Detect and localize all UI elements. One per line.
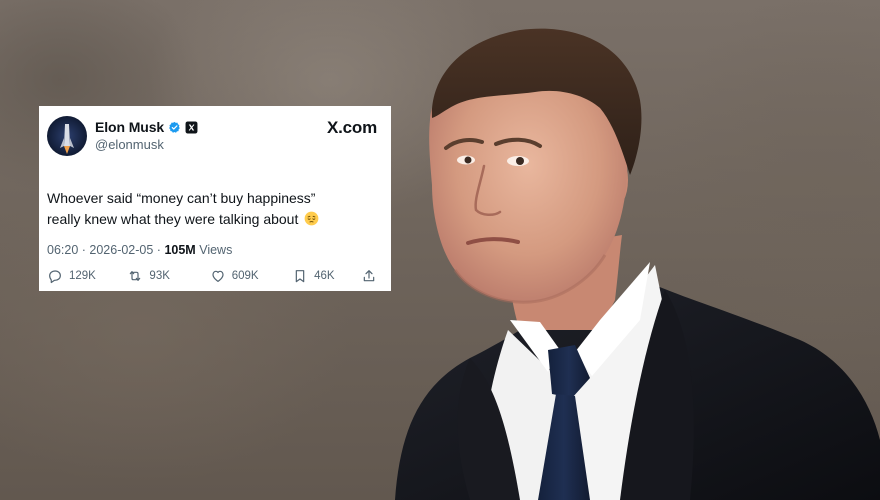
views-label: Views xyxy=(195,243,233,257)
tweet-card: Elon Musk @elonmusk X.com Whoever said “… xyxy=(39,106,391,291)
bookmark-count: 46K xyxy=(314,270,335,282)
reply-count: 129K xyxy=(69,270,96,282)
like-count: 609K xyxy=(231,270,259,282)
bookmark-icon xyxy=(295,270,305,283)
views-count: 105M xyxy=(164,243,196,257)
tweet-header: Elon Musk @elonmusk X.com xyxy=(47,116,377,156)
heart-icon xyxy=(212,270,224,282)
like-button[interactable]: 609K xyxy=(210,268,292,284)
avatar[interactable] xyxy=(47,116,87,156)
tweet-meta: 06:20 · 2026-02-05 · 105M Views xyxy=(47,243,377,257)
tweet-actions: 129K 93K 609K 46K xyxy=(47,268,377,284)
author-handle[interactable]: @elonmusk xyxy=(95,137,164,152)
avatar-image xyxy=(47,116,87,156)
repost-icon xyxy=(130,271,141,281)
tweet-text-line-1: Whoever said “money can’t buy happiness” xyxy=(47,190,316,206)
verified-badge-icon xyxy=(169,121,180,133)
reply-button[interactable]: 129K xyxy=(47,268,127,284)
share-icon xyxy=(363,270,375,282)
repost-button[interactable]: 93K xyxy=(127,268,209,284)
author-line: Elon Musk xyxy=(95,119,198,135)
tweet-text-line-2: really knew what they were talking about xyxy=(47,211,299,227)
tweet-text: Whoever said “money can’t buy happiness”… xyxy=(47,188,367,230)
author-name[interactable]: Elon Musk xyxy=(95,119,164,135)
scene: Elon Musk @elonmusk X.com Whoever said “… xyxy=(0,0,880,500)
tweet-timestamp[interactable]: 06:20 · 2026-02-05 · xyxy=(47,243,164,257)
x-affiliate-badge-icon xyxy=(185,121,198,133)
bookmark-button[interactable]: 46K xyxy=(292,268,361,284)
pensive-face-icon xyxy=(304,211,319,226)
site-label: X.com xyxy=(326,118,377,137)
reply-icon xyxy=(49,270,61,284)
share-button[interactable] xyxy=(361,268,377,284)
repost-count: 93K xyxy=(149,270,170,282)
